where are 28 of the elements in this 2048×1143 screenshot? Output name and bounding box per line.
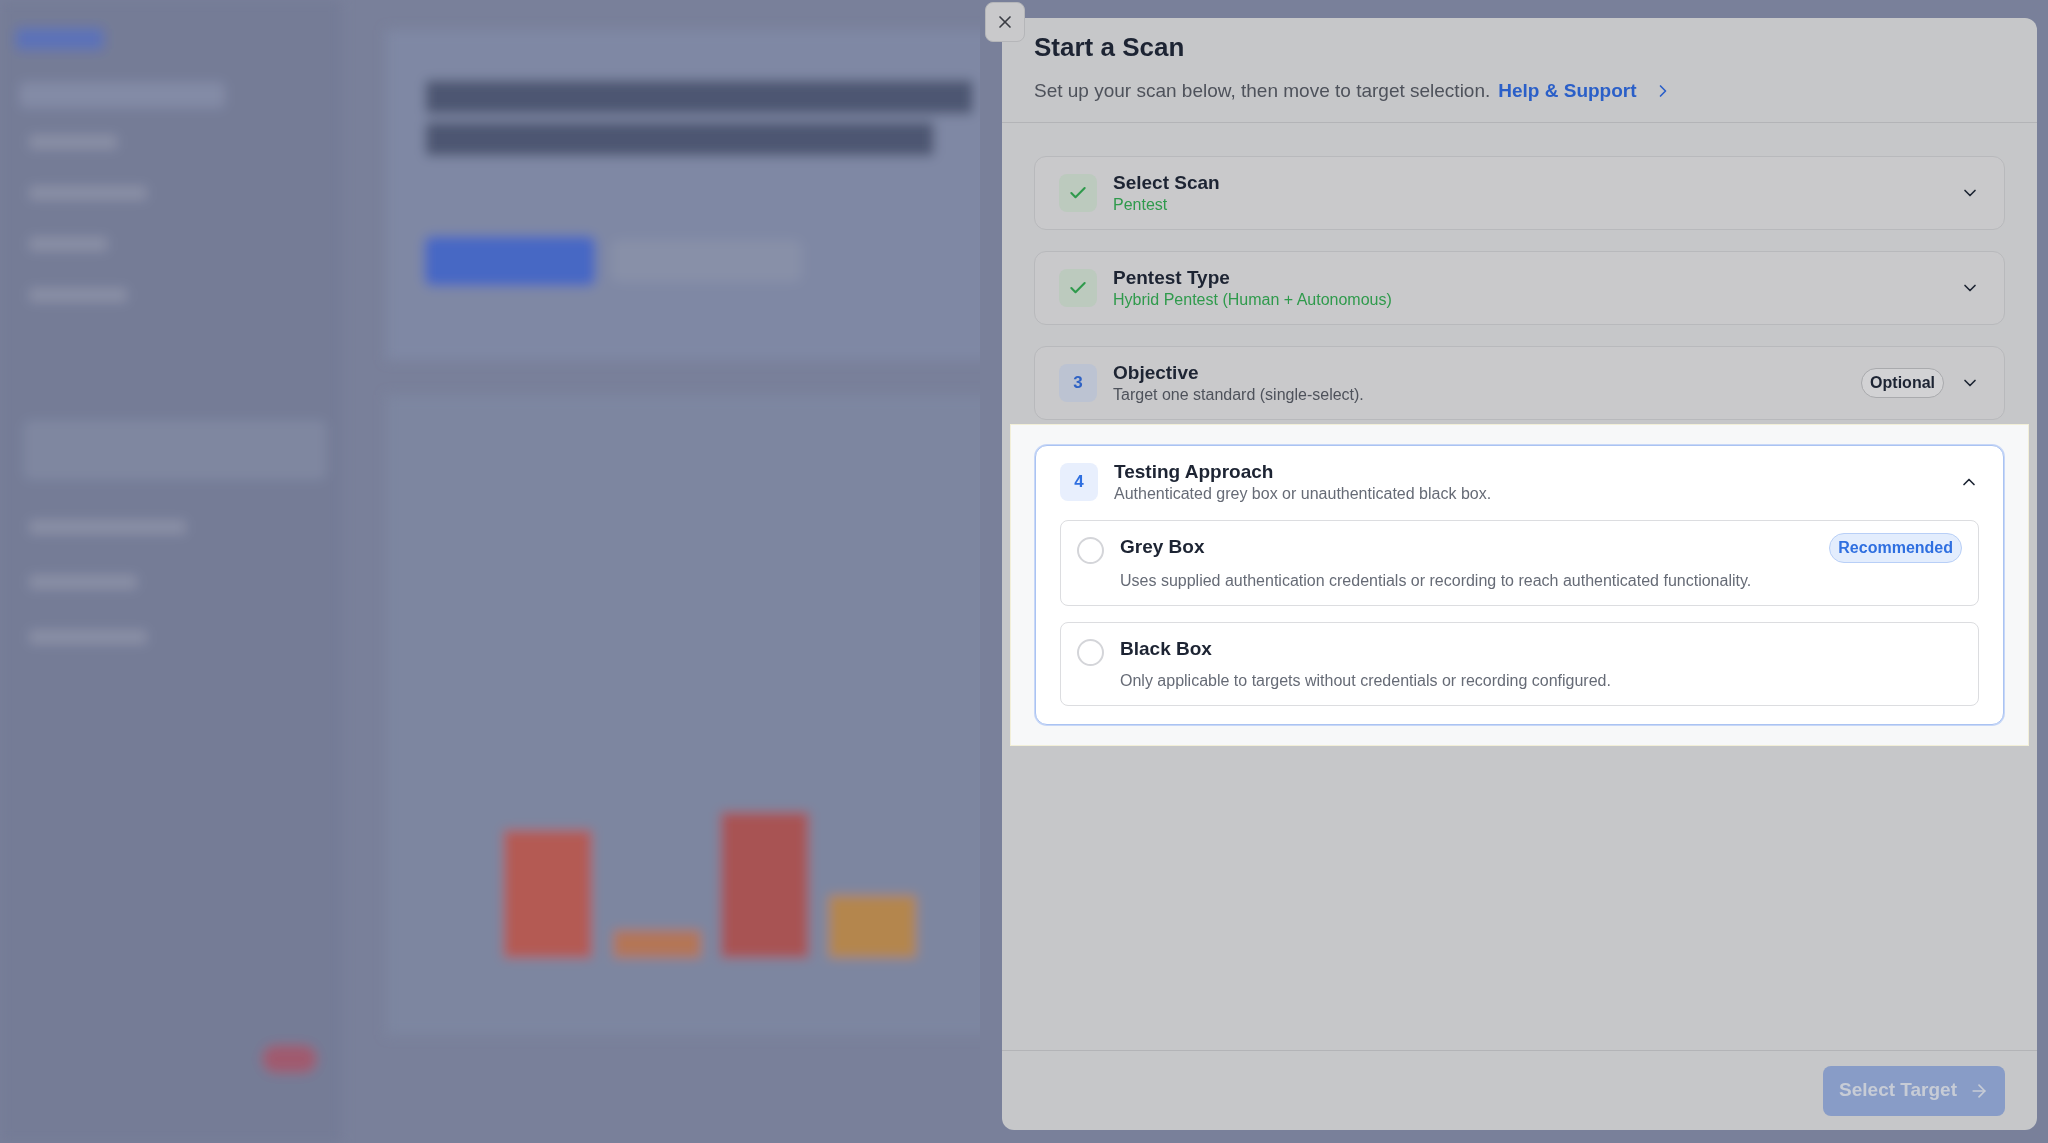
option-title: Black Box [1120,636,1212,661]
option-title: Grey Box [1120,535,1205,560]
step-title: Pentest Type [1113,265,1231,290]
step-number: 4 [1060,462,1098,501]
close-button[interactable] [985,2,1025,42]
option-description: Uses supplied authentication credentials or recording to reach authenticated functionality. [1120,570,1753,591]
step-title: Testing Approach [1114,459,1275,484]
dialog-subtitle: Set up your scan below, then move to target selection. [1034,79,1491,103]
step-summary: Hybrid Pentest (Human + Autonomous) [1113,289,1393,310]
step-card[interactable]: Select Scan Pentest [1034,155,2005,230]
step-check-icon [1059,173,1097,212]
step-card[interactable]: Pentest Type Hybrid Pentest (Human + Autonomous) [1034,250,2005,325]
step-summary: Authenticated grey box or unauthenticated black box. [1114,483,1493,504]
step-card[interactable]: 3 Objective Target one standard (single-select). Optional [1034,345,2005,420]
recommended-badge: Recommended [1829,532,1962,563]
radio-button[interactable] [1077,638,1104,666]
optional-badge: Optional [1861,367,1944,398]
step-title: Objective [1113,360,1200,385]
step-summary: Target one standard (single-select). [1113,384,1365,405]
step-number: 3 [1059,363,1097,402]
option-description: Only applicable to targets without credentials or recording configured. [1120,671,1612,691]
dialog-title: Start a Scan [1034,31,1186,64]
step-check-icon [1059,268,1097,307]
radio-button[interactable] [1077,536,1104,564]
step-title: Select Scan [1113,170,1221,195]
step-summary: Pentest [1113,194,1169,215]
option-card[interactable]: Grey Box Recommended Uses supplied authentication credentials or recording to reach authenticated functionality. [1060,519,1979,606]
option-card[interactable]: Black Box Only applicable to targets without credentials or recording configured. [1060,621,1979,706]
